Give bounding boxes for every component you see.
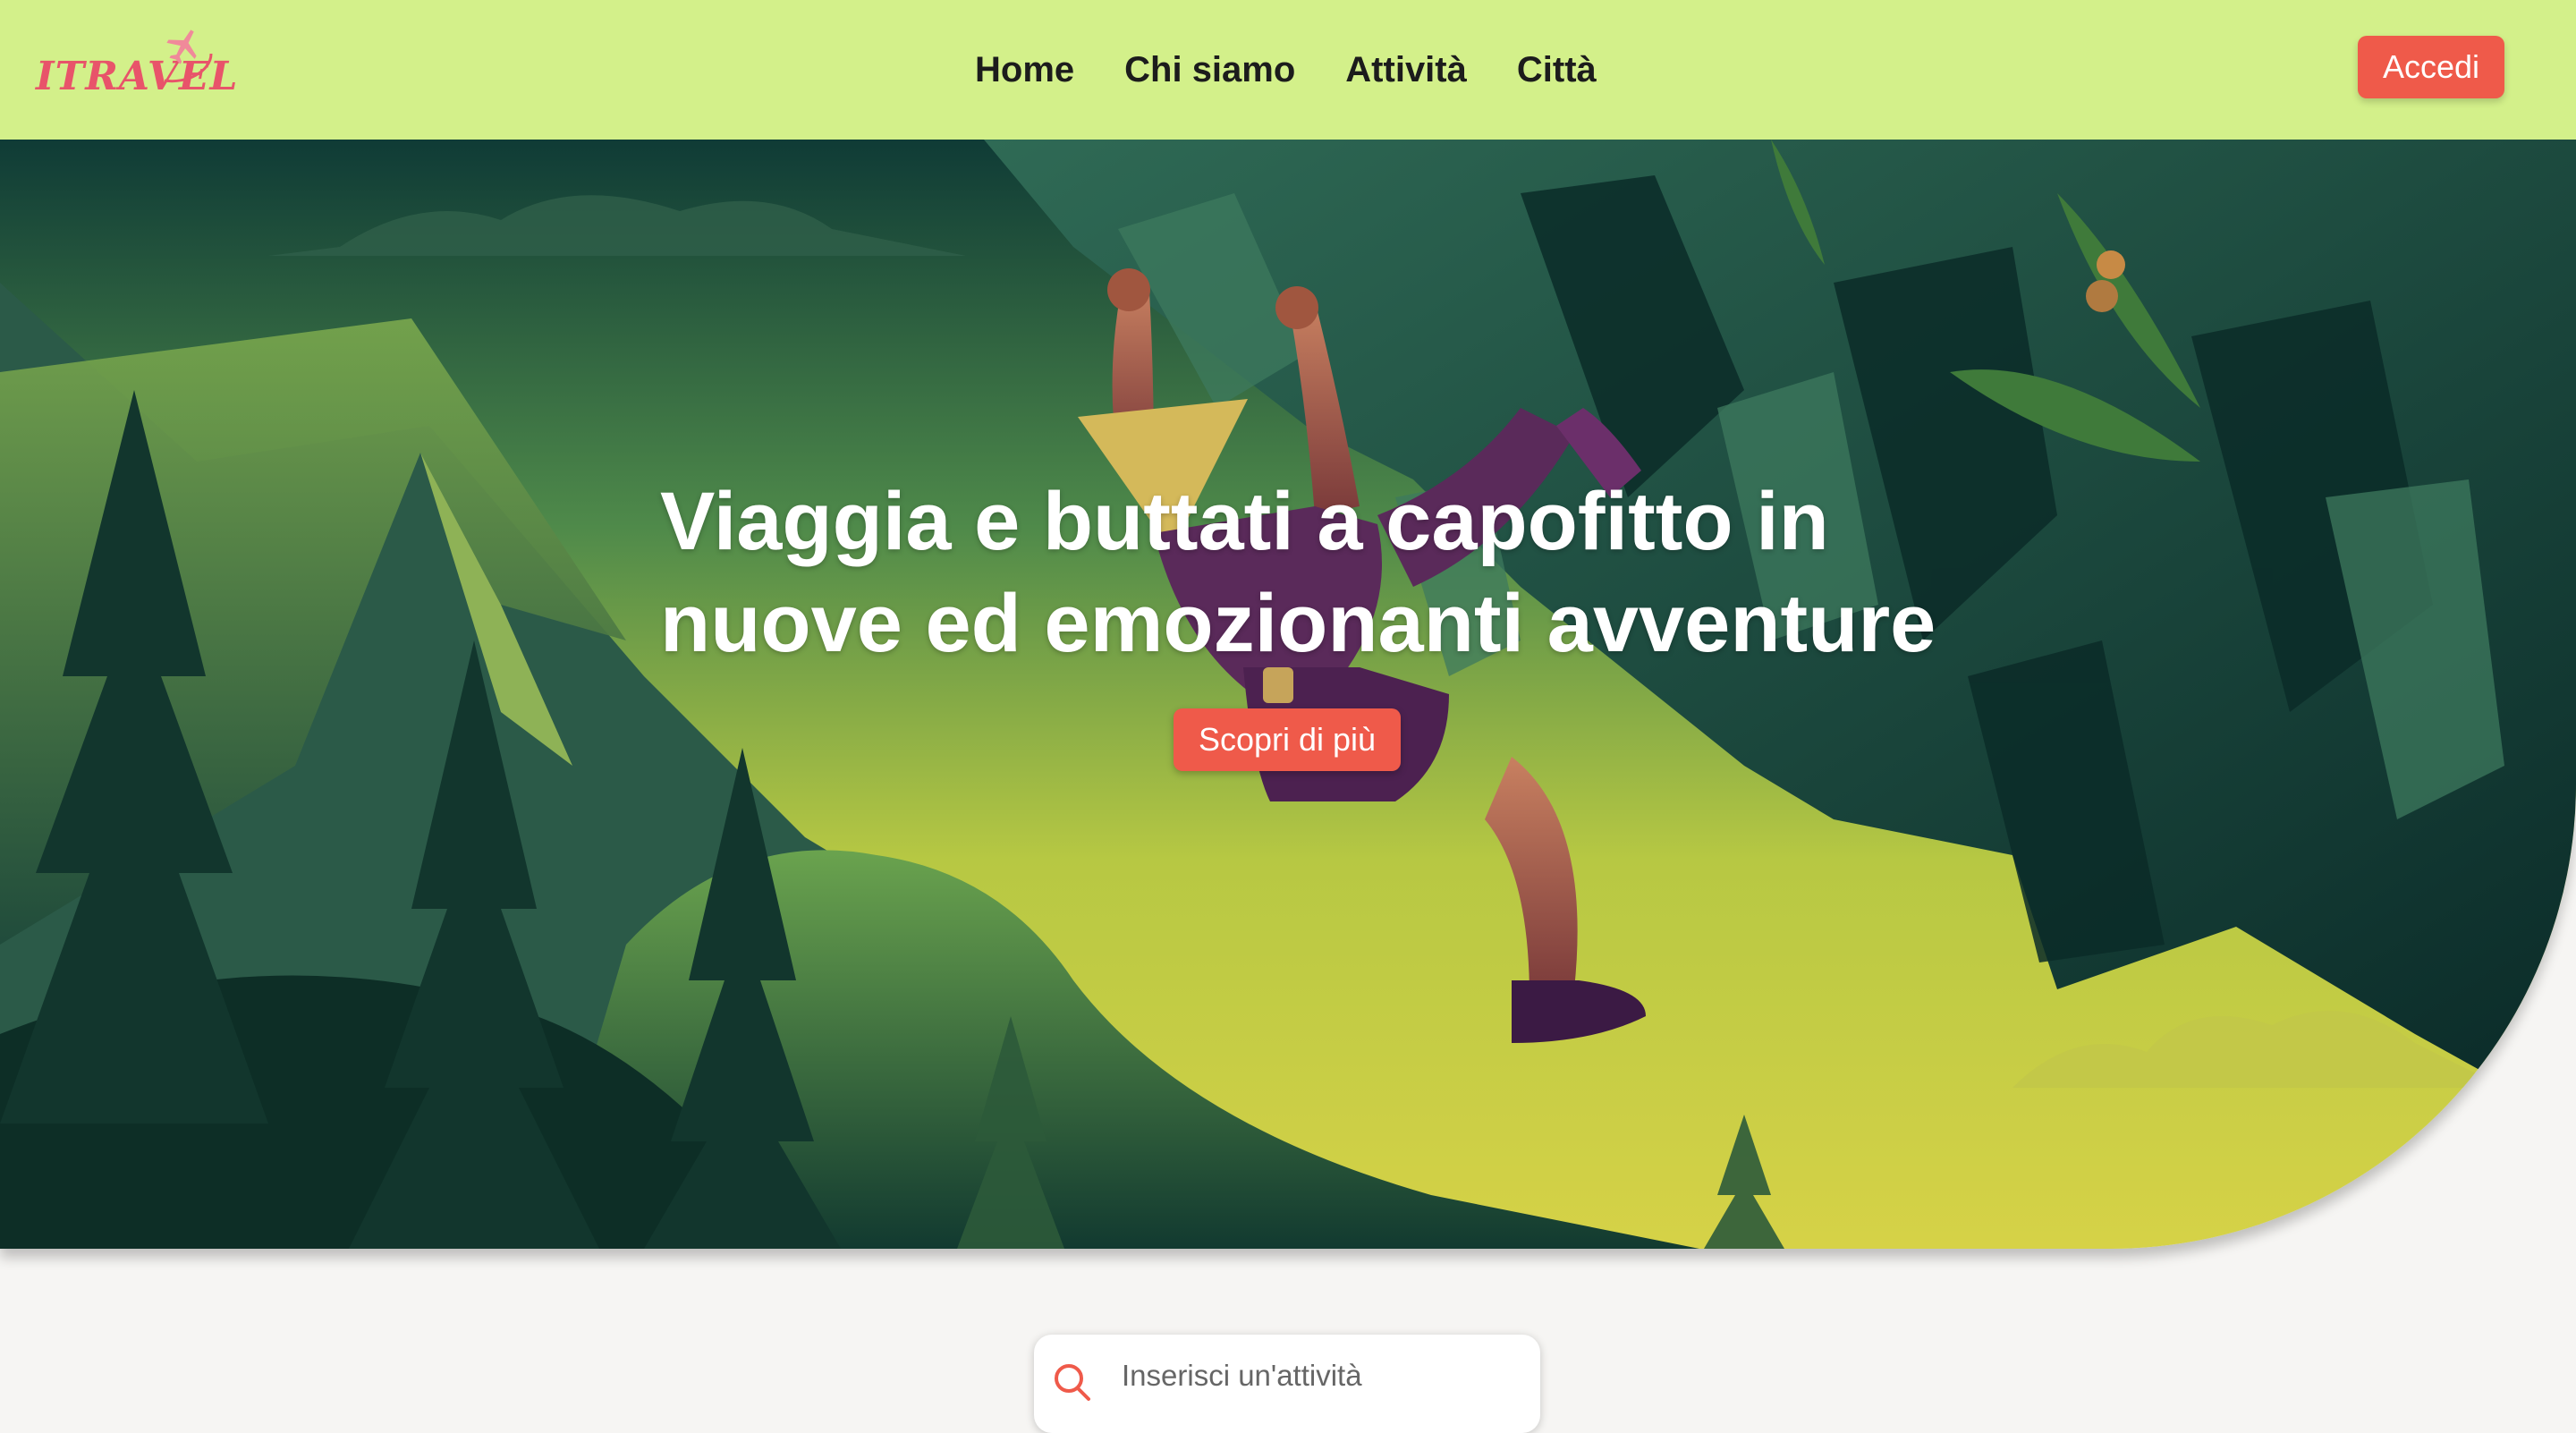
logo[interactable]: ITRAVEL bbox=[34, 27, 237, 107]
nav-item-attivita[interactable]: Attività bbox=[1345, 50, 1467, 90]
activity-search-input[interactable] bbox=[1120, 1351, 1513, 1401]
hero-title-line-2: nuove ed emozionanti avventure bbox=[660, 578, 1936, 669]
hero-section: Viaggia e buttati a capofitto in nuove e… bbox=[0, 140, 2576, 1249]
main-nav: Home Chi siamo Attività Città bbox=[975, 0, 1647, 140]
airplane-icon bbox=[164, 30, 213, 83]
hero-illustration bbox=[0, 140, 2576, 1249]
nav-item-home[interactable]: Home bbox=[975, 50, 1074, 90]
hero-title-line-1: Viaggia e buttati a capofitto in bbox=[660, 476, 1829, 567]
activity-search-box bbox=[1034, 1335, 1540, 1433]
discover-more-button[interactable]: Scopri di più bbox=[1174, 708, 1401, 771]
nav-item-citta[interactable]: Città bbox=[1517, 50, 1597, 90]
hero-title: Viaggia e buttati a capofitto in nuove e… bbox=[660, 471, 2002, 674]
nav-item-chi-siamo[interactable]: Chi siamo bbox=[1124, 50, 1295, 90]
navbar: ITRAVEL Home Chi siamo Attività Città Ac… bbox=[0, 0, 2576, 140]
login-button[interactable]: Accedi bbox=[2358, 36, 2504, 98]
search-icon[interactable] bbox=[1052, 1361, 1093, 1403]
